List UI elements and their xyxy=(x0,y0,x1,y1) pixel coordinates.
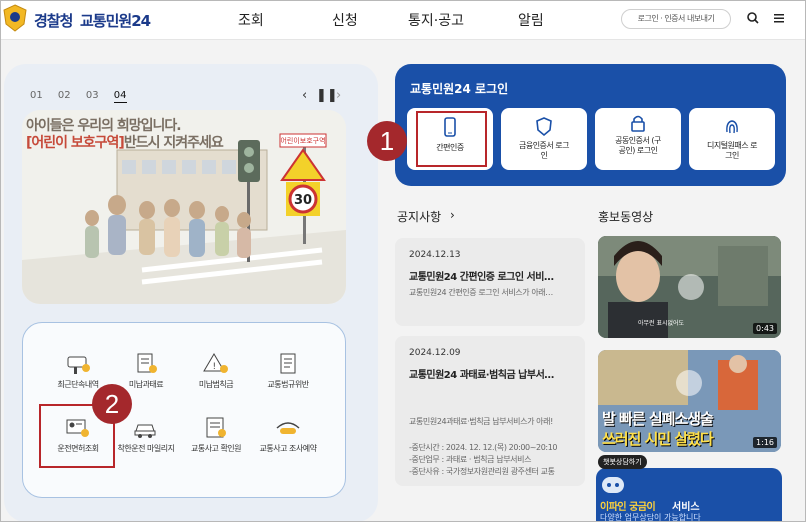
document-list-icon xyxy=(280,353,296,374)
menu-label: 착한운전 마일리지 xyxy=(117,444,175,453)
login-label: 디지털원패스 로그인 xyxy=(706,141,758,160)
slide-next-icon[interactable]: › xyxy=(336,88,341,103)
sign-text: 어린이보호구역 xyxy=(280,136,325,145)
financial-cert-button[interactable]: 금융인증서 로그인 xyxy=(501,108,587,170)
notice-title: 교통민원24 간편인증 로그인 서비… xyxy=(409,272,554,283)
video-duration: 1:16 xyxy=(753,437,777,448)
slide-pause-icon[interactable]: ❚❚ xyxy=(316,88,338,103)
banner-title-highlight: [어린이 보호구역] xyxy=(26,135,125,151)
simple-auth-highlight-box xyxy=(416,111,487,167)
car-icon xyxy=(134,424,156,438)
notice-item-2[interactable]: 2024.12.09 교통민원24 과태료·범칙금 납부서… 교통민원24과태료… xyxy=(395,336,585,486)
joint-cert-button[interactable]: 공동인증서 (구 공인) 로그인 xyxy=(595,108,681,170)
menu-label: 교통사고 확인원 xyxy=(190,444,242,453)
digital-onepass-button[interactable]: 디지털원패스 로그인 xyxy=(689,108,775,170)
video-section-title: 홍보동영상 xyxy=(598,210,654,224)
handshake-icon xyxy=(276,422,300,434)
notice-item-1[interactable]: 2024.12.13 교통민원24 간편인증 로그인 서비… 교통민원24 간편… xyxy=(395,238,585,326)
notice-date: 2024.12.09 xyxy=(409,348,461,358)
video-1-caption: 아무런 표시없어도 xyxy=(638,320,685,327)
robot-icon xyxy=(602,477,624,493)
chatbot-title-rest: 서비스 xyxy=(672,502,700,513)
search-icon[interactable] xyxy=(745,10,761,26)
police-emblem-icon[interactable] xyxy=(2,4,28,32)
play-icon xyxy=(676,370,702,396)
menu-label: 교통사고 조사예약 xyxy=(259,444,317,453)
menu-accident-reservation[interactable]: 교통사고 조사예약 xyxy=(252,416,324,454)
svg-text:!: ! xyxy=(212,362,215,372)
login-label: 공동인증서 (구 공인) 로그인 xyxy=(615,136,661,155)
slide-page-4[interactable]: 04 xyxy=(113,90,127,103)
speed-limit-text: 30 xyxy=(294,193,312,208)
notice-date: 2024.12.13 xyxy=(409,250,461,260)
menu-unpaid-penalties[interactable]: ! 미납범칙금 xyxy=(180,352,252,390)
nav-notice[interactable]: 통지·공고 xyxy=(408,10,464,30)
video-duration: 0:43 xyxy=(753,323,777,334)
login-export-button[interactable]: 로그인 · 인증서 내보내기 xyxy=(621,9,731,29)
notice-desc: 교통민원24 간편인증 로그인 서비스가 아래… xyxy=(409,288,553,297)
slide-page-3[interactable]: 03 xyxy=(86,90,99,101)
notice-line: -중단사유 : 국가정보자원관리원 광주센터 교통 xyxy=(409,467,555,476)
logo-service[interactable]: 교통민원24 xyxy=(80,10,151,31)
nav-apply[interactable]: 신청 xyxy=(332,10,358,30)
chatbot-tooltip[interactable]: 챗봇상담하기 xyxy=(598,455,647,469)
menu-icon[interactable] xyxy=(771,10,787,26)
fingerprint-icon xyxy=(726,120,738,134)
certificate-icon xyxy=(206,417,226,438)
video-2-caption-line2: 쓰러진 시민 살렸다 xyxy=(602,430,714,448)
notice-title: 교통민원24 과태료·범칙금 납부서… xyxy=(409,370,554,381)
menu-accident-certificate[interactable]: 교통사고 확인원 xyxy=(180,416,252,454)
menu-label: 최근단속내역 xyxy=(57,380,99,389)
chatbot-banner[interactable]: 이파인 궁금이 서비스 다양한 업무상담이 가능합니다 xyxy=(596,468,782,522)
notice-more-icon[interactable]: › xyxy=(450,208,455,222)
banner-title-line2: [어린이 보호구역]반드시 지켜주세요 xyxy=(26,132,224,152)
bill-coin-icon xyxy=(137,353,157,373)
menu-unpaid-fines[interactable]: 미납과태료 xyxy=(110,352,182,390)
camera-icon xyxy=(67,356,90,374)
notice-line: -중단업무 : 과태료 · 범칙금 납부서비스 xyxy=(409,455,532,464)
notice-line: -중단시간 : 2024. 12. 12.(목) 20:00~20:10 xyxy=(409,443,558,452)
menu-label: 미납과태료 xyxy=(128,380,164,389)
nav-inquiry[interactable]: 조회 xyxy=(238,10,264,30)
video-2-caption-line1: 발 빠른 실폐소생술 xyxy=(602,410,714,428)
notice-desc: 교통민원24과태료·범칙금 납부서비스가 아래! xyxy=(409,417,553,426)
logo-agency[interactable]: 경찰청 xyxy=(34,10,73,31)
notice-section-title[interactable]: 공지사항 xyxy=(397,208,441,225)
play-icon xyxy=(678,274,704,300)
callout-badge-1: 1 xyxy=(367,121,407,161)
lock-icon xyxy=(631,115,645,132)
login-title: 교통민원24 로그인 xyxy=(410,82,509,96)
chatbot-subtitle: 다양한 업무상담이 가능합니다 xyxy=(600,513,701,522)
slide-page-2[interactable]: 02 xyxy=(58,90,71,101)
slide-page-1[interactable]: 01 xyxy=(30,90,43,101)
video-thumbnail-2[interactable]: 발 빠른 실폐소생술 쓰러진 시민 살렸다 1:16 xyxy=(598,350,781,452)
callout-badge-2: 2 xyxy=(92,384,132,424)
chatbot-title-highlight: 이파인 궁금이 xyxy=(600,502,656,513)
banner-title-rest: 반드시 지켜주세요 xyxy=(123,135,224,151)
slide-prev-icon[interactable]: ‹ xyxy=(302,88,307,103)
menu-label: 미납범칙금 xyxy=(198,380,234,389)
menu-traffic-violation[interactable]: 교통법규위반 xyxy=(252,352,324,390)
login-label: 금융인증서 로그인 xyxy=(518,141,570,160)
menu-label: 교통법규위반 xyxy=(267,380,309,389)
school-zone-banner[interactable]: 어린이보호구역 30 아이들은 우리의 희망입니다. [어린이 보호구역]반드시… xyxy=(22,110,346,304)
warning-coin-icon: ! xyxy=(203,353,228,373)
menu-recent-violations[interactable]: 최근단속내역 xyxy=(42,352,114,390)
nav-alerts[interactable]: 알림 xyxy=(518,10,544,30)
slide-pagination: 01 02 03 04 xyxy=(30,90,139,103)
shield-icon xyxy=(536,117,552,137)
video-thumbnail-1[interactable]: 아무런 표시없어도 0:43 xyxy=(598,236,781,338)
site-header: 경찰청 교통민원24 조회 신청 통지·공고 알림 로그인 · 인증서 내보내기 xyxy=(0,0,806,40)
